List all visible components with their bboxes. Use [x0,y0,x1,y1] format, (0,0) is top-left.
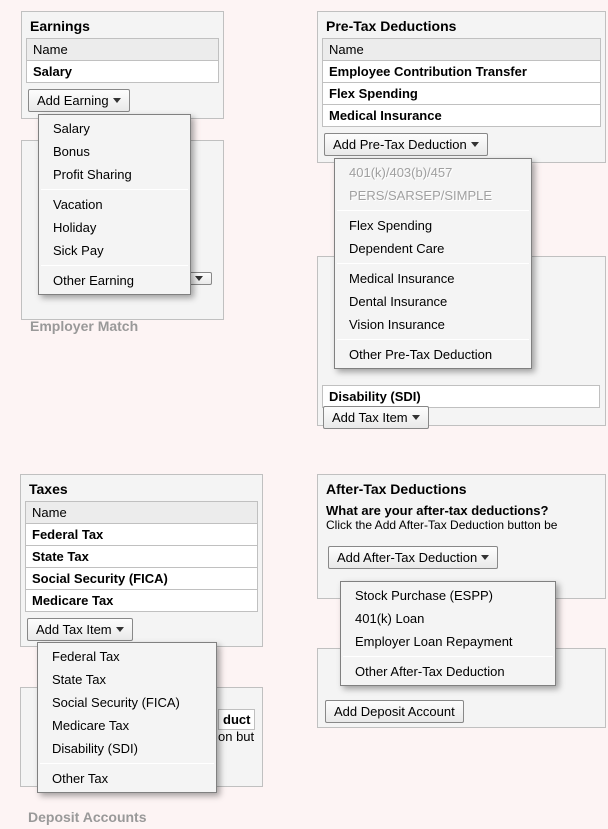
menu-separator [337,210,529,211]
taxes-name-header: Name [25,501,258,524]
menu-item-espp[interactable]: Stock Purchase (ESPP) [341,584,555,607]
aftertax-question: What are your after-tax deductions? [318,499,605,518]
aftertax-title: After-Tax Deductions [318,475,605,499]
menu-item-dependent-care[interactable]: Dependent Care [335,237,531,260]
menu-separator [337,263,529,264]
taxes-row-federal[interactable]: Federal Tax [25,524,258,546]
aftertax-hint: Click the Add After-Tax Deduction button… [318,518,605,536]
taxes-row-medicare[interactable]: Medicare Tax [25,590,258,612]
menu-item-salary[interactable]: Salary [39,117,190,140]
employer-match-label: Employer Match [30,318,138,334]
pretax-ghost-row: Disability (SDI) [322,385,600,408]
add-deposit-account-label: Add Deposit Account [334,704,455,719]
add-pretax-menu: 401(k)/403(b)/457 PERS/SARSEP/SIMPLE Fle… [334,158,532,369]
add-earning-menu: Salary Bonus Profit Sharing Vacation Hol… [38,114,191,295]
menu-item-vacation[interactable]: Vacation [39,193,190,216]
add-aftertax-button[interactable]: Add After-Tax Deduction [328,546,498,569]
chevron-down-icon [471,142,479,147]
menu-item-fica[interactable]: Social Security (FICA) [38,691,216,714]
pretax-row-medical[interactable]: Medical Insurance [322,105,601,127]
add-tax-item-button[interactable]: Add Tax Item [27,618,133,641]
pretax-title: Pre-Tax Deductions [318,12,605,36]
earnings-name-header: Name [26,38,219,61]
menu-item-holiday[interactable]: Holiday [39,216,190,239]
add-aftertax-menu: Stock Purchase (ESPP) 401(k) Loan Employ… [340,581,556,686]
menu-item-bonus[interactable]: Bonus [39,140,190,163]
chevron-down-icon [116,627,124,632]
chevron-down-icon [481,555,489,560]
menu-item-401k: 401(k)/403(b)/457 [335,161,531,184]
add-tax-menu: Federal Tax State Tax Social Security (F… [37,642,217,793]
taxes-panel: Taxes Name Federal Tax State Tax Social … [20,474,263,647]
taxes-row-state[interactable]: State Tax [25,546,258,568]
add-tax-item-label: Add Tax Item [36,622,112,637]
menu-item-pers: PERS/SARSEP/SIMPLE [335,184,531,207]
menu-item-vision-ins[interactable]: Vision Insurance [335,313,531,336]
menu-item-medicare-tax[interactable]: Medicare Tax [38,714,216,737]
chevron-down-icon [113,98,121,103]
chevron-down-icon [412,415,420,420]
menu-item-medical-ins[interactable]: Medical Insurance [335,267,531,290]
taxes-ghost-frag2: on but [218,729,254,744]
pretax-panel: Pre-Tax Deductions Name Employee Contrib… [317,11,606,163]
add-aftertax-label: Add After-Tax Deduction [337,550,477,565]
add-tax-item-label-2: Add Tax Item [332,410,408,425]
menu-item-profit-sharing[interactable]: Profit Sharing [39,163,190,186]
earnings-panel: Earnings Name Salary Add Earning [21,11,224,119]
menu-item-other-pretax[interactable]: Other Pre-Tax Deduction [335,343,531,366]
add-pretax-button[interactable]: Add Pre-Tax Deduction [324,133,488,156]
add-earning-label: Add Earning [37,93,109,108]
chevron-down-icon [195,276,203,281]
add-tax-item-button-pretax[interactable]: Add Tax Item [323,406,429,429]
menu-item-state-tax[interactable]: State Tax [38,668,216,691]
menu-item-sick-pay[interactable]: Sick Pay [39,239,190,262]
menu-separator [337,339,529,340]
menu-item-dental-ins[interactable]: Dental Insurance [335,290,531,313]
menu-separator [41,189,188,190]
menu-separator [41,265,188,266]
menu-separator [40,763,214,764]
menu-item-other-tax[interactable]: Other Tax [38,767,216,790]
menu-item-other-aftertax[interactable]: Other After-Tax Deduction [341,660,555,683]
add-earning-button[interactable]: Add Earning [28,89,130,112]
taxes-ghost-frag1: duct [218,709,255,730]
deposit-accounts-label: Deposit Accounts [28,809,147,825]
menu-item-other-earning[interactable]: Other Earning [39,269,190,292]
pretax-row-ect[interactable]: Employee Contribution Transfer [322,61,601,83]
taxes-title: Taxes [21,475,262,499]
earnings-row-salary[interactable]: Salary [26,61,219,83]
add-pretax-label: Add Pre-Tax Deduction [333,137,467,152]
menu-item-federal-tax[interactable]: Federal Tax [38,645,216,668]
pretax-row-flex[interactable]: Flex Spending [322,83,601,105]
menu-item-emp-loan-repay[interactable]: Employer Loan Repayment [341,630,555,653]
add-deposit-account-button[interactable]: Add Deposit Account [325,700,464,723]
menu-separator [343,656,553,657]
pretax-name-header: Name [322,38,601,61]
menu-item-flex-spending[interactable]: Flex Spending [335,214,531,237]
earnings-title: Earnings [22,12,223,36]
taxes-row-fica[interactable]: Social Security (FICA) [25,568,258,590]
menu-item-disability-sdi[interactable]: Disability (SDI) [38,737,216,760]
menu-item-401k-loan[interactable]: 401(k) Loan [341,607,555,630]
